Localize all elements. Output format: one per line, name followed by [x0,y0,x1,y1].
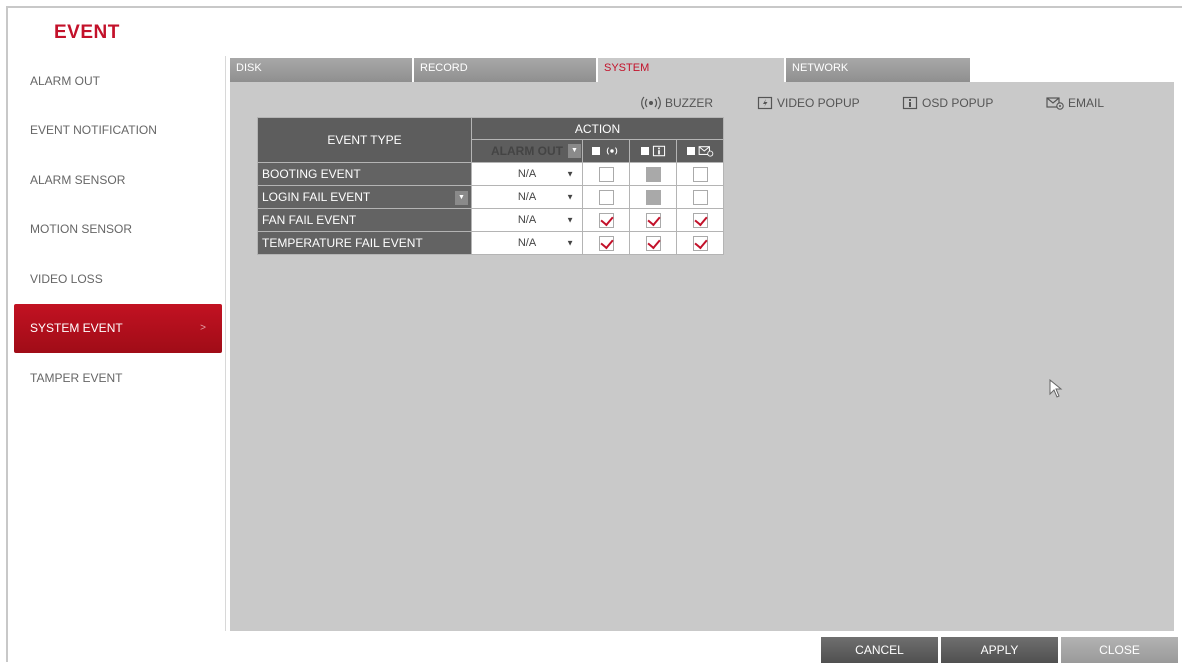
sidebar-divider [225,56,226,631]
sidebar-item-system-event[interactable]: SYSTEM EVENT > [14,303,222,353]
cancel-button[interactable]: CANCEL [821,637,938,663]
email-cell [676,185,724,209]
legend-buzzer: BUZZER [641,96,713,110]
email-cell [676,231,724,255]
dropdown-arrow-icon: ▼ [566,215,574,225]
sidebar-item-label: MOTION SENSOR [30,222,133,237]
buzzer-checkbox[interactable] [598,189,614,205]
action-header: ACTION [471,117,724,140]
osd-checkbox [645,166,661,182]
osd-checkbox [645,189,661,205]
chevron-right-icon: > [200,322,206,334]
chevron-down-icon[interactable]: ▼ [568,144,581,158]
select-all-buzzer-checkbox[interactable] [591,147,600,155]
mouse-cursor-icon [1049,378,1065,404]
sidebar-item-video-loss[interactable]: VIDEO LOSS [14,254,222,304]
email-cell [676,162,724,186]
osd-cell [629,231,677,255]
table-row: FAN FAIL EVENT N/A ▼ [257,208,724,232]
event-type-cell: LOGIN FAIL EVENT ▼ [257,185,472,209]
event-type-cell: TEMPERATURE FAIL EVENT [257,231,472,255]
event-type-cell: FAN FAIL EVENT [257,208,472,232]
alarm-out-value: N/A [517,214,537,226]
email-checkbox[interactable] [692,189,708,205]
tab-network[interactable]: NETWORK [786,58,970,82]
alarm-out-header[interactable]: ALARM OUT ▼ [471,139,583,163]
sidebar-item-label: EVENT NOTIFICATION [30,123,157,138]
buzzer-icon [641,96,661,110]
info-icon [902,96,918,110]
buzzer-cell [582,185,630,209]
sidebar-item-alarm-sensor[interactable]: ALARM SENSOR [14,155,222,205]
email-checkbox[interactable] [692,235,708,251]
event-action-table: EVENT TYPE ACTION ALARM OUT ▼ BOOTING EV… [257,117,724,255]
sidebar-item-alarm-out[interactable]: ALARM OUT [14,56,222,106]
dropdown-arrow-icon: ▼ [566,238,574,248]
email-icon [1046,96,1064,110]
alarm-out-value: N/A [517,237,537,249]
buzzer-cell [582,162,630,186]
apply-button[interactable]: APPLY [941,637,1058,663]
sidebar: ALARM OUT EVENT NOTIFICATION ALARM SENSO… [14,56,222,403]
alarm-out-value: N/A [517,168,537,180]
sidebar-item-event-notification[interactable]: EVENT NOTIFICATION [14,106,222,156]
legend-label: EMAIL [1068,96,1105,110]
buzzer-checkbox[interactable] [598,212,614,228]
sidebar-item-label: VIDEO LOSS [30,271,103,286]
select-all-osd-checkbox[interactable] [640,147,649,155]
alarm-out-select[interactable]: N/A ▼ [471,208,583,232]
alarm-out-value: N/A [517,191,537,203]
alarm-out-select[interactable]: N/A ▼ [471,231,583,255]
table-row: BOOTING EVENT N/A ▼ [257,162,724,186]
event-type-header: EVENT TYPE [257,117,472,163]
legend-label: BUZZER [665,96,713,110]
alarm-out-header-label: ALARM OUT [491,144,563,158]
osd-cell [629,208,677,232]
table-row: TEMPERATURE FAIL EVENT N/A ▼ [257,231,724,255]
osd-cell [629,162,677,186]
buzzer-column-header[interactable] [582,139,630,163]
legend-video-popup: VIDEO POPUP [757,96,860,110]
close-button[interactable]: CLOSE [1061,637,1178,663]
osd-column-header[interactable] [629,139,677,163]
legend-osd-popup: OSD POPUP [902,96,993,110]
tab-system[interactable]: SYSTEM [598,58,784,82]
video-popup-icon [757,96,773,110]
legend-email: EMAIL [1046,96,1104,110]
select-all-email-checkbox[interactable] [686,147,695,155]
dropdown-arrow-icon: ▼ [566,169,574,179]
sidebar-item-label: ALARM SENSOR [30,172,126,187]
dropdown-arrow-icon: ▼ [566,192,574,202]
email-cell [676,208,724,232]
event-type-label: LOGIN FAIL EVENT [262,190,371,204]
buzzer-cell [582,208,630,232]
email-checkbox[interactable] [692,166,708,182]
info-icon [652,145,665,157]
sidebar-item-label: ALARM OUT [30,73,101,88]
page-title: EVENT [54,22,120,43]
chevron-down-icon[interactable]: ▼ [455,191,468,205]
buzzer-cell [582,231,630,255]
buzzer-checkbox[interactable] [598,235,614,251]
sidebar-item-label: TAMPER EVENT [30,370,123,385]
tab-record[interactable]: RECORD [414,58,596,82]
sidebar-item-tamper-event[interactable]: TAMPER EVENT [14,353,222,403]
osd-checkbox[interactable] [645,212,661,228]
email-column-header[interactable] [676,139,724,163]
buzzer-checkbox[interactable] [598,166,614,182]
alarm-out-select[interactable]: N/A ▼ [471,162,583,186]
email-checkbox[interactable] [692,212,708,228]
event-type-cell: BOOTING EVENT [257,162,472,186]
osd-cell [629,185,677,209]
tab-disk[interactable]: DISK [230,58,412,82]
legend-label: OSD POPUP [922,96,994,110]
table-row: LOGIN FAIL EVENT ▼ N/A ▼ [257,185,724,209]
buzzer-icon [606,147,617,155]
email-icon [698,146,713,157]
sidebar-item-label: SYSTEM EVENT [30,321,123,336]
alarm-out-select[interactable]: N/A ▼ [471,185,583,209]
sidebar-item-motion-sensor[interactable]: MOTION SENSOR [14,205,222,255]
legend-label: VIDEO POPUP [777,96,860,110]
osd-checkbox[interactable] [645,235,661,251]
